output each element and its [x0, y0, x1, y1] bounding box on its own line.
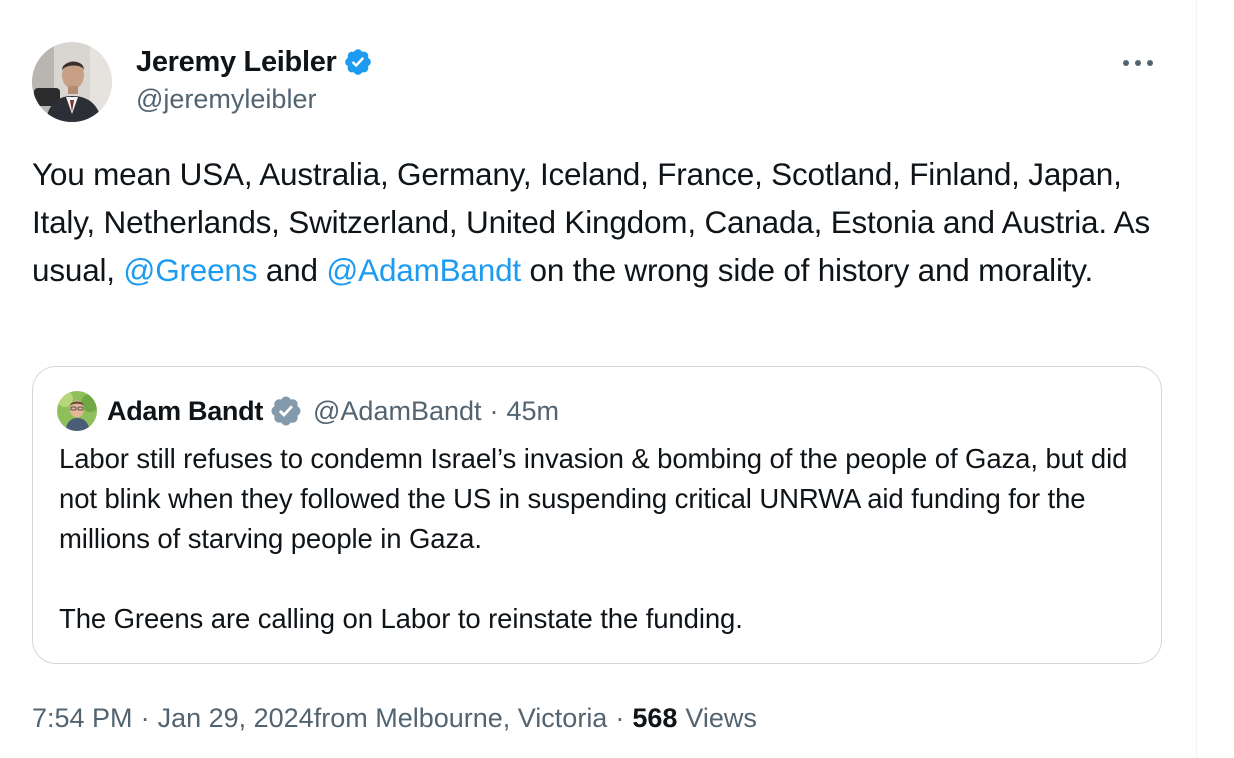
quoted-author-avatar[interactable] — [57, 391, 97, 431]
more-horizontal-icon — [1123, 60, 1153, 66]
more-options-button[interactable] — [1118, 46, 1158, 80]
tweet-date[interactable]: Jan 29, 2024 — [158, 703, 314, 734]
quoted-tweet-paragraph: The Greens are calling on Labor to reins… — [59, 603, 743, 634]
tweet-text-part: on the wrong side of history and moralit… — [520, 252, 1094, 288]
separator-dot: · — [489, 395, 499, 426]
tweet-metadata: 7:54 PM · Jan 29, 2024 from Melbourne, V… — [32, 698, 757, 738]
tweet-detail: Jeremy Leibler @jeremyleibler You mean U… — [0, 0, 1234, 758]
mention-link-adambandt[interactable]: @AdamBandt — [326, 252, 521, 288]
separator-dot: · — [615, 702, 625, 733]
quoted-tweet-time[interactable]: 45m — [507, 396, 560, 427]
author-display-name[interactable]: Jeremy Leibler — [136, 46, 337, 79]
quoted-tweet-header: Adam Bandt @AdamBandt · 45m — [107, 391, 559, 431]
tweet-text-part: and — [257, 252, 327, 288]
quoted-author-handle[interactable]: @AdamBandt — [313, 396, 482, 427]
tweet-location: from Melbourne, Victoria — [313, 702, 608, 733]
mention-link-greens[interactable]: @Greens — [123, 252, 257, 288]
column-divider — [1196, 0, 1197, 758]
author-name-row[interactable]: Jeremy Leibler — [136, 42, 373, 82]
quoted-tweet-paragraph: Labor still refuses to condemn Israel’s … — [59, 443, 1128, 554]
quoted-tweet-card[interactable]: Adam Bandt @AdamBandt · 45m Labor still … — [32, 366, 1162, 664]
quoted-tweet-text: Labor still refuses to condemn Israel’s … — [59, 439, 1139, 639]
verified-badge-icon — [343, 47, 373, 77]
tweet-text: You mean USA, Australia, Germany, Icelan… — [32, 150, 1172, 294]
quoted-author-name[interactable]: Adam Bandt — [107, 396, 263, 427]
views-label: Views — [685, 702, 757, 733]
author-handle[interactable]: @jeremyleibler — [136, 84, 316, 115]
separator-dot: · — [140, 702, 150, 733]
government-badge-icon — [269, 394, 303, 428]
views-count: 568 — [632, 702, 678, 733]
tweet-time[interactable]: 7:54 PM — [32, 703, 133, 734]
author-avatar[interactable] — [32, 42, 112, 122]
